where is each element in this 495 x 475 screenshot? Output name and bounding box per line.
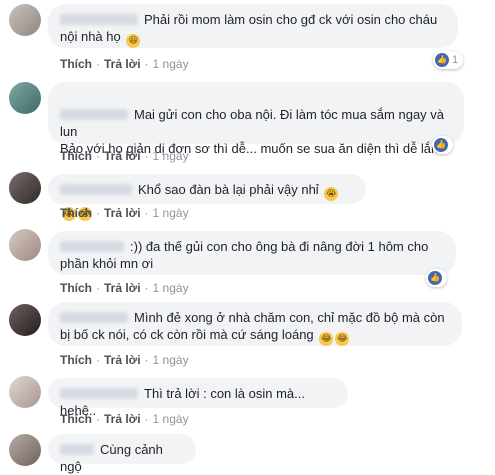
comment-bubble: Phải rồi mom làm osin cho gđ ck với osin… xyxy=(48,4,458,48)
reply-button[interactable]: Trả lời xyxy=(104,353,141,367)
comment-text: Khổ sao đàn bà lại phải vậy nhỉ xyxy=(138,182,319,197)
laughing-emoji-icon: 😆 xyxy=(126,34,141,48)
timestamp[interactable]: 1 ngày xyxy=(153,149,189,163)
like-count-badge[interactable]: 👍 xyxy=(426,269,447,287)
commenter-name[interactable] xyxy=(60,312,128,323)
reply-button[interactable]: Trả lời xyxy=(104,57,141,71)
crying-emoji-icon: 😭 xyxy=(324,187,339,201)
reply-button[interactable]: Trả lời xyxy=(104,149,141,163)
commenter-name[interactable] xyxy=(60,109,128,120)
like-icon: 👍 xyxy=(428,271,442,285)
comment-bubble: :)) đa thế gủi con cho ông bà đi nâng đờ… xyxy=(48,231,456,275)
comment-bubble: Khổ sao đàn bà lại phải vậy nhỉ 😭😭 😭 xyxy=(48,174,366,221)
like-icon: 👍 xyxy=(434,138,448,152)
commenter-name[interactable] xyxy=(60,388,138,399)
avatar[interactable] xyxy=(9,172,41,204)
like-icon: 👍 xyxy=(435,53,449,67)
like-count-badge[interactable]: 👍 1 xyxy=(433,51,464,69)
commenter-name[interactable] xyxy=(60,241,124,252)
commenter-name[interactable] xyxy=(60,14,138,25)
commenter-name[interactable] xyxy=(60,444,94,455)
comment-actions: Thích · Trả lời · 1 ngày xyxy=(60,57,189,71)
avatar[interactable] xyxy=(9,229,41,261)
like-button[interactable]: Thích xyxy=(60,57,92,71)
like-button[interactable]: Thích xyxy=(60,353,92,367)
timestamp[interactable]: 1 ngày xyxy=(153,57,189,71)
comment-bubble: Cùng cảnh ngộ xyxy=(48,434,196,474)
avatar[interactable] xyxy=(9,376,41,408)
comment-bubble: Mình đẻ xong ở nhà chăm con, chỉ mặc đồ … xyxy=(48,302,462,346)
avatar[interactable] xyxy=(9,434,41,466)
avatar[interactable] xyxy=(9,304,41,336)
reply-button[interactable]: Trả lời xyxy=(104,412,141,426)
avatar[interactable] xyxy=(9,82,41,114)
commenter-name[interactable] xyxy=(60,184,132,195)
like-count-badge[interactable]: 👍 xyxy=(432,136,453,154)
comment-bubble: Mai gửi con cho oba nội. Đi làm tóc mua … xyxy=(48,82,464,156)
timestamp[interactable]: 1 ngày xyxy=(153,412,189,426)
like-count: 1 xyxy=(452,54,459,66)
comment-bubble: Thì trả lời : con là osin mà... hehê.. xyxy=(48,378,348,418)
like-button[interactable]: Thích xyxy=(60,412,92,426)
avatar[interactable] xyxy=(9,4,41,36)
laughing-emoji-icon: 😂 xyxy=(335,332,350,346)
timestamp[interactable]: 1 ngày xyxy=(153,206,189,220)
comment-actions: Thích · Trả lời · 1 ngày xyxy=(60,353,189,367)
reply-button[interactable]: Trả lời xyxy=(104,281,141,295)
like-button[interactable]: Thích xyxy=(60,206,92,220)
timestamp[interactable]: 1 ngày xyxy=(153,281,189,295)
timestamp[interactable]: 1 ngày xyxy=(153,353,189,367)
like-button[interactable]: Thích xyxy=(60,281,92,295)
comment-actions: Thích · Trả lời · 1 ngày xyxy=(60,206,189,220)
reply-button[interactable]: Trả lời xyxy=(104,206,141,220)
laughing-emoji-icon: 😂 xyxy=(319,332,334,346)
comment-actions: Thích · Trả lời · 1 ngày xyxy=(60,281,189,295)
comment-actions: Thích · Trả lời · 1 ngày xyxy=(60,412,189,426)
comment-actions: Thích · Trả lời · 1 ngày xyxy=(60,149,189,163)
like-button[interactable]: Thích xyxy=(60,149,92,163)
